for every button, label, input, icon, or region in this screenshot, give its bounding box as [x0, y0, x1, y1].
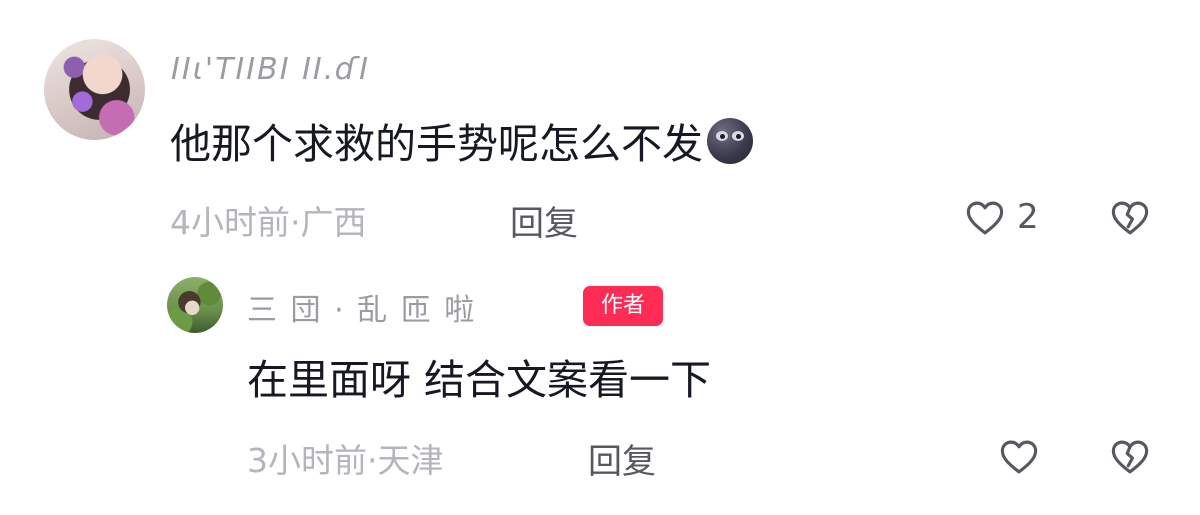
like-count: 2	[1017, 197, 1039, 237]
author-badge: 作者	[583, 286, 663, 326]
comment-timestamp-location: 4小时前·广西	[170, 203, 367, 242]
reply-author-username[interactable]: 三 団 · 乱 匝 啦	[247, 285, 476, 329]
comment-text-content: 他那个求救的手势呢怎么不发	[170, 120, 703, 168]
comment-text: 他那个求救的手势呢怎么不发	[170, 118, 753, 169]
reply-button[interactable]: 回复	[510, 196, 578, 245]
broken-heart-icon[interactable]	[1109, 197, 1151, 239]
commenter-username[interactable]: ΙΙι'ΤΙΙΒΙ ΙΙ.ɗΙ	[171, 52, 370, 87]
broken-heart-icon[interactable]	[1109, 436, 1151, 478]
reply-to-reply-button[interactable]: 回复	[588, 434, 656, 483]
heart-icon[interactable]	[998, 436, 1040, 478]
new-moon-face-icon	[707, 118, 753, 164]
heart-icon[interactable]	[964, 197, 1006, 239]
reply-text: 在里面呀 结合文案看一下	[247, 356, 712, 404]
commenter-avatar[interactable]	[44, 39, 145, 140]
reply-author-avatar[interactable]	[167, 277, 223, 333]
reply-timestamp-location: 3小时前·天津	[247, 441, 444, 480]
